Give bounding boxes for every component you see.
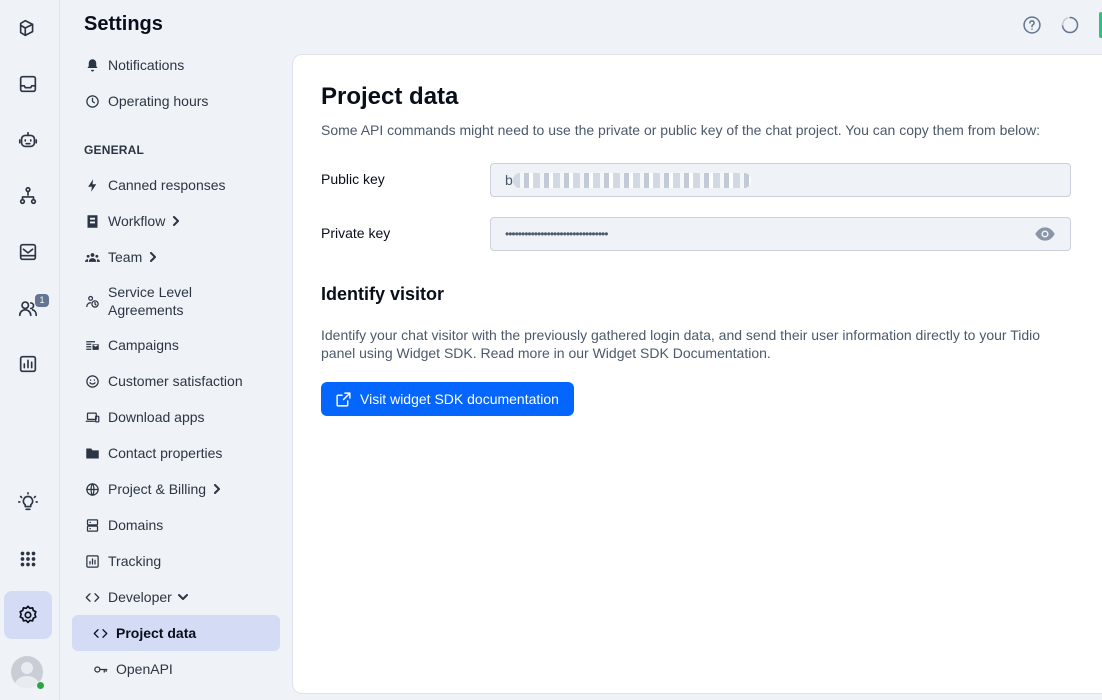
nav-item-project-billing[interactable]: Project & Billing (72, 471, 280, 507)
lightbulb-icon[interactable] (4, 478, 52, 526)
page-description: Some API commands might need to use the … (321, 122, 1041, 138)
code-icon (92, 625, 108, 641)
nav-item-customer-satisfaction[interactable]: Customer satisfaction (72, 363, 280, 399)
code-icon (84, 589, 100, 605)
identify-visitor-title: Identify visitor (321, 284, 445, 304)
nav-item-tracking[interactable]: Tracking (72, 543, 280, 579)
nav-item-notifications[interactable]: Notifications (72, 47, 280, 83)
nav-item-label: Workflow (108, 213, 166, 229)
nav-item-domains[interactable]: Domains (72, 507, 280, 543)
chevron-right-icon (171, 216, 181, 226)
section-heading-general: GENERAL (84, 143, 145, 157)
bot-icon[interactable] (4, 116, 52, 164)
public-key-value: b (505, 172, 513, 188)
nav-item-team[interactable]: Team (72, 239, 280, 275)
private-key-field[interactable]: •••••••••••••••••••••••••••••••• (490, 217, 1071, 251)
private-key-label: Private key (321, 225, 391, 241)
sla-icon (84, 293, 100, 309)
public-key-field[interactable]: b (490, 163, 1071, 197)
nav-item-project-data[interactable]: Project data (72, 615, 280, 651)
chevron-right-icon (212, 484, 222, 494)
nav-item-label: Tracking (108, 553, 162, 569)
nav-item-label: Project & Billing (108, 481, 207, 497)
nav-item-canned-responses[interactable]: Canned responses (72, 167, 280, 203)
flows-icon[interactable] (4, 172, 52, 220)
nav-item-label: Service Level Agreements (108, 284, 193, 318)
nav-item-developer[interactable]: Developer (72, 579, 280, 615)
nav-item-label: Domains (108, 517, 164, 533)
tray-icon[interactable] (4, 60, 52, 108)
page-title: Project data (321, 83, 459, 110)
visit-sdk-docs-button[interactable]: Visit widget SDK documentation (321, 382, 574, 416)
nav-item-label: Developer (108, 589, 172, 605)
chevron-right-icon (148, 252, 158, 262)
globe-icon (84, 481, 100, 497)
nav-item-label: Customer satisfaction (108, 373, 243, 389)
devices-icon (84, 409, 100, 425)
nav-item-workflow[interactable]: Workflow (72, 203, 280, 239)
identify-visitor-text: Identify your chat visitor with the prev… (321, 327, 1041, 361)
contacts-icon[interactable]: 1 (4, 284, 52, 332)
public-key-label: Public key (321, 171, 385, 187)
settings-icon[interactable] (4, 591, 52, 639)
external-link-icon (336, 391, 351, 407)
nav-item-label: Project data (116, 625, 197, 641)
nav-item-label: Download apps (108, 409, 205, 425)
redacted-key-mask (513, 173, 751, 188)
mail-icon[interactable] (4, 228, 52, 276)
nav-item-operating-hours[interactable]: Operating hours (72, 83, 280, 119)
team-icon (84, 249, 100, 265)
nav-item-label: Notifications (108, 57, 185, 73)
settings-title: Settings (84, 13, 163, 35)
help-circle-icon[interactable] (1021, 14, 1043, 36)
private-key-value: •••••••••••••••••••••••••••••••• (505, 227, 608, 241)
workflow-icon (84, 213, 100, 229)
campaigns-icon (84, 337, 100, 353)
bolt-icon (84, 177, 100, 193)
nav-item-service-level-agreements[interactable]: Service Level Agreements (72, 283, 280, 319)
online-status-dot (36, 681, 45, 690)
nav-item-label: Campaigns (108, 337, 179, 353)
loading-ring-icon[interactable] (1059, 14, 1081, 36)
nav-item-download-apps[interactable]: Download apps (72, 399, 280, 435)
icon-rail: 1 (0, 0, 60, 700)
bell-icon (84, 57, 100, 73)
visit-sdk-docs-label: Visit widget SDK documentation (360, 391, 559, 407)
contacts-badge: 1 (35, 294, 49, 307)
nav-item-label: OpenAPI (116, 661, 173, 677)
nav-item-label: Canned responses (108, 177, 226, 193)
apps-grid-icon[interactable] (4, 535, 52, 583)
nav-item-openapi[interactable]: OpenAPI (72, 651, 280, 687)
inbox-icon[interactable] (4, 4, 52, 52)
nav-item-label: Team (108, 249, 143, 265)
nav-item-contact-properties[interactable]: Contact properties (72, 435, 280, 471)
main-panel (292, 54, 1102, 694)
nav-item-label: Operating hours (108, 93, 209, 109)
analytics-icon[interactable] (4, 340, 52, 388)
server-icon (84, 517, 100, 533)
clock-icon (84, 93, 100, 109)
nav-item-campaigns[interactable]: Campaigns (72, 327, 280, 363)
eye-icon[interactable] (1034, 225, 1056, 243)
key-icon (92, 661, 108, 677)
nav-item-label: Contact properties (108, 445, 223, 461)
smiley-icon (84, 373, 100, 389)
chevron-down-icon (177, 592, 188, 602)
folder-icon (84, 445, 100, 461)
chart-icon (84, 553, 100, 569)
